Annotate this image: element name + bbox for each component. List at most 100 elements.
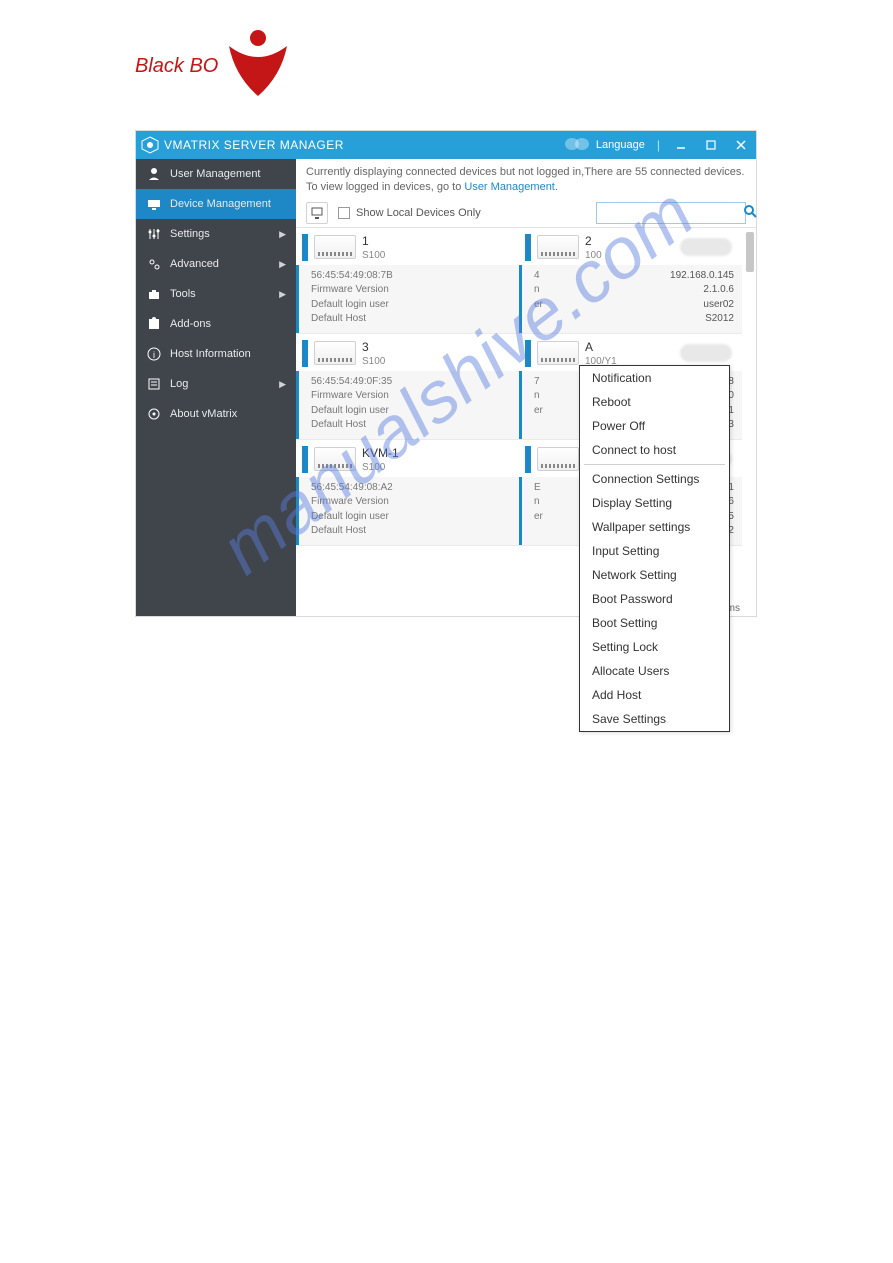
context-menu-item-input-setting[interactable]: Input Setting — [580, 539, 729, 563]
device-name: A — [585, 340, 617, 354]
sidebar-item-label: About vMatrix — [170, 408, 286, 420]
puzzle-icon — [146, 316, 162, 332]
detail-label: n — [534, 283, 540, 298]
view-mode-button[interactable] — [306, 202, 328, 224]
context-menu-item-network-setting[interactable]: Network Setting — [580, 563, 729, 587]
device-status-blur — [680, 238, 732, 256]
detail-label: 56:45:54:49:0F:35 — [311, 375, 392, 390]
toolbar: Show Local Devices Only — [296, 199, 756, 227]
gears-icon — [146, 256, 162, 272]
sidebar-item-log[interactable]: Log▶ — [136, 369, 296, 399]
device-details: 56:45:54:49:08:7BFirmware VersionDefault… — [296, 265, 519, 333]
selection-bar — [302, 446, 308, 473]
sidebar-item-label: Device Management — [170, 198, 286, 210]
sidebar-item-host-information[interactable]: iHost Information — [136, 339, 296, 369]
sidebar-item-user-management[interactable]: User Management — [136, 159, 296, 189]
sidebar: User Management Device Management Settings… — [136, 159, 296, 616]
device-card[interactable]: 21004192.168.0.145n2.1.0.6eruser02S2012 — [519, 228, 742, 333]
detail-value: user02 — [644, 298, 734, 313]
device-details: 56:45:54:49:08:A2Firmware VersionDefault… — [296, 477, 519, 545]
detail-label: n — [534, 495, 540, 510]
scrollbar-thumb[interactable] — [746, 232, 754, 272]
search-icon — [743, 204, 757, 221]
context-menu-separator — [584, 464, 725, 465]
info-icon: i — [146, 346, 162, 362]
user-icon — [146, 166, 162, 182]
detail-label: Firmware Version — [311, 495, 389, 510]
device-thumb-icon — [537, 341, 579, 365]
detail-label: Firmware Version — [311, 283, 389, 298]
detail-label: Default login user — [311, 298, 389, 313]
info-banner: Currently displaying connected devices b… — [296, 159, 756, 199]
context-menu-item-boot-setting[interactable]: Boot Setting — [580, 611, 729, 635]
titlebar-sep: | — [651, 138, 666, 152]
context-menu-item-notification[interactable]: Notification — [580, 366, 729, 390]
device-details: 4192.168.0.145n2.1.0.6eruser02S2012 — [519, 265, 742, 333]
sidebar-item-device-management[interactable]: Device Management — [136, 189, 296, 219]
context-menu-item-setting-lock[interactable]: Setting Lock — [580, 635, 729, 659]
maximize-button[interactable] — [696, 131, 726, 159]
context-menu-item-reboot[interactable]: Reboot — [580, 390, 729, 414]
search-input[interactable] — [601, 207, 743, 219]
sidebar-item-settings[interactable]: Settings▶ — [136, 219, 296, 249]
context-menu-item-display-setting[interactable]: Display Setting — [580, 491, 729, 515]
chevron-right-icon: ▶ — [279, 229, 286, 240]
info-link[interactable]: User Management — [464, 181, 555, 193]
context-menu-item-save-settings[interactable]: Save Settings — [580, 707, 729, 731]
brand-logo: Black BO — [135, 28, 295, 105]
context-menu-item-add-host[interactable]: Add Host — [580, 683, 729, 707]
chevron-right-icon: ▶ — [279, 379, 286, 390]
brand-text: Black BO — [135, 55, 218, 78]
checkbox-icon — [338, 207, 350, 219]
search-box[interactable] — [596, 202, 746, 224]
device-model: S100 — [362, 356, 385, 367]
detail-label: Firmware Version — [311, 389, 389, 404]
chevron-right-icon: ▶ — [279, 289, 286, 300]
app-icon — [136, 131, 164, 159]
device-row: 1S10056:45:54:49:08:7BFirmware VersionDe… — [296, 228, 742, 334]
minimize-button[interactable] — [666, 131, 696, 159]
context-menu: NotificationRebootPower OffConnect to ho… — [579, 365, 730, 732]
sidebar-item-label: Advanced — [170, 258, 271, 270]
context-menu-item-connection-settings[interactable]: Connection Settings — [580, 467, 729, 491]
app-window: VMATRIX SERVER MANAGER Language | User M… — [135, 130, 757, 617]
device-card[interactable]: KVM-1S10056:45:54:49:08:A2Firmware Versi… — [296, 440, 519, 545]
detail-label: Default Host — [311, 418, 366, 433]
context-menu-item-power-off[interactable]: Power Off — [580, 414, 729, 438]
sidebar-item-tools[interactable]: Tools▶ — [136, 279, 296, 309]
globe-icon — [564, 137, 590, 154]
close-button[interactable] — [726, 131, 756, 159]
context-menu-item-boot-password[interactable]: Boot Password — [580, 587, 729, 611]
detail-label: 7 — [534, 375, 540, 390]
detail-label: n — [534, 389, 540, 404]
device-status-blur — [680, 344, 732, 362]
sliders-icon — [146, 226, 162, 242]
detail-label: Default login user — [311, 510, 389, 525]
detail-label: 56:45:54:49:08:A2 — [311, 481, 393, 496]
context-menu-item-wallpaper-settings[interactable]: Wallpaper settings — [580, 515, 729, 539]
selection-bar — [525, 234, 531, 261]
svg-text:i: i — [153, 350, 155, 360]
sidebar-item-label: Add-ons — [170, 318, 286, 330]
detail-value: 192.168.0.145 — [644, 269, 734, 284]
sidebar-item-advanced[interactable]: Advanced▶ — [136, 249, 296, 279]
device-model: S100 — [362, 462, 399, 473]
context-menu-item-connect-to-host[interactable]: Connect to host — [580, 438, 729, 462]
detail-label: er — [534, 510, 543, 525]
device-details: 56:45:54:49:0F:35Firmware VersionDefault… — [296, 371, 519, 439]
context-menu-item-allocate-users[interactable]: Allocate Users — [580, 659, 729, 683]
detail-value: 2.1.0.6 — [644, 283, 734, 298]
detail-label: 56:45:54:49:08:7B — [311, 269, 393, 284]
sidebar-item-add-ons[interactable]: Add-ons — [136, 309, 296, 339]
device-thumb-icon — [314, 341, 356, 365]
device-card[interactable]: 3S10056:45:54:49:0F:35Firmware VersionDe… — [296, 334, 519, 439]
monitor-icon — [310, 206, 324, 220]
detail-label: Default login user — [311, 404, 389, 419]
titlebar: VMATRIX SERVER MANAGER Language | — [136, 131, 756, 159]
sidebar-item-about-vmatrix[interactable]: About vMatrix — [136, 399, 296, 429]
show-local-checkbox[interactable]: Show Local Devices Only — [338, 207, 481, 219]
device-card[interactable]: 1S10056:45:54:49:08:7BFirmware VersionDe… — [296, 228, 519, 333]
language-button[interactable]: Language — [564, 137, 651, 154]
detail-value: S2012 — [644, 312, 734, 327]
app-title: VMATRIX SERVER MANAGER — [164, 138, 344, 152]
